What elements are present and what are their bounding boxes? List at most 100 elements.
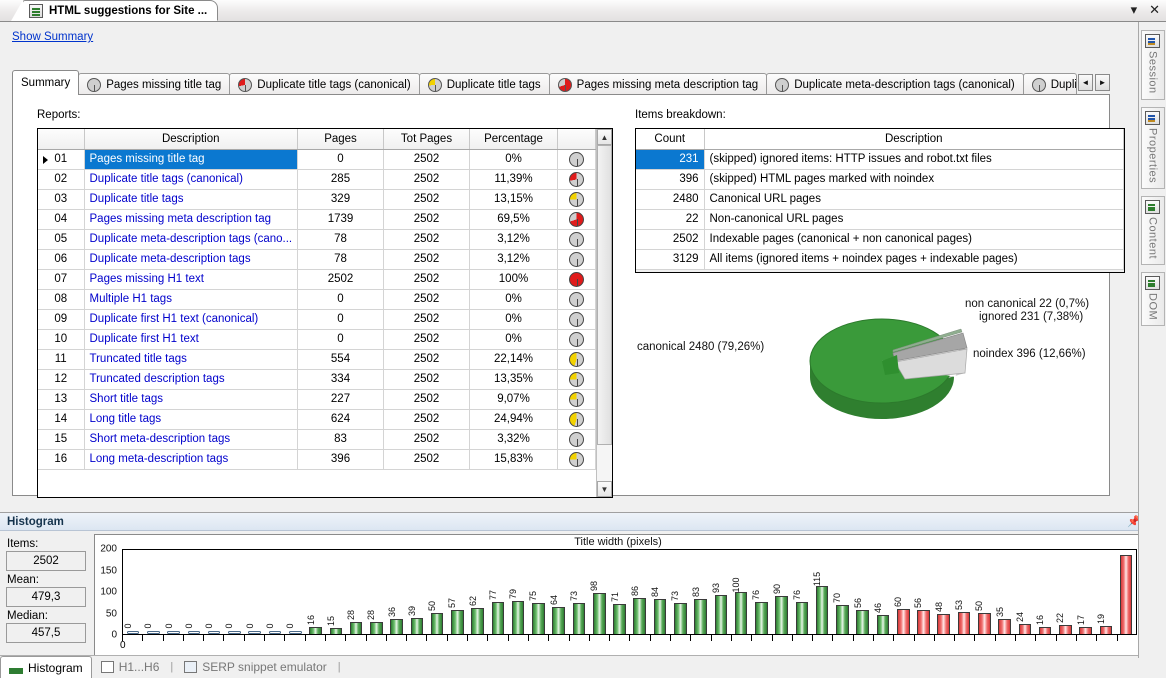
table-row[interactable]: 22Non-canonical URL pages	[636, 209, 1124, 229]
table-row[interactable]: 06Duplicate meta-description tags7825023…	[38, 249, 596, 269]
histogram-bar[interactable]: 93	[711, 550, 731, 634]
scroll-down-icon[interactable]: ▼	[597, 481, 612, 497]
histogram-bar[interactable]: 17	[1075, 550, 1095, 634]
table-row[interactable]: 16Long meta-description tags396250215,83…	[38, 449, 596, 469]
row-description[interactable]: Multiple H1 tags	[84, 289, 298, 309]
row-description[interactable]: Duplicate first H1 text (canonical)	[84, 309, 298, 329]
histogram-bar[interactable]: 90	[772, 550, 792, 634]
table-row[interactable]: 396(skipped) HTML pages marked with noin…	[636, 169, 1124, 189]
row-description[interactable]: Duplicate title tags	[84, 189, 298, 209]
tab-duplicate-title-tags-canonical[interactable]: Duplicate title tags (canonical)	[229, 73, 419, 95]
histogram-bar[interactable]	[1116, 550, 1136, 634]
tab-pages-missing-meta-description-tag[interactable]: Pages missing meta description tag	[549, 73, 768, 95]
histogram-bar[interactable]: 16	[305, 550, 325, 634]
table-row[interactable]: 2502Indexable pages (canonical + non can…	[636, 229, 1124, 249]
col-tot-pages[interactable]: Tot Pages	[384, 129, 470, 149]
histogram-bar[interactable]: 53	[954, 550, 974, 634]
histogram-bar[interactable]: 50	[427, 550, 447, 634]
histogram-bar[interactable]: 0	[224, 550, 244, 634]
side-tab-content[interactable]: Content	[1141, 196, 1165, 265]
histogram-bar[interactable]: 24	[1015, 550, 1035, 634]
col-chart[interactable]	[558, 129, 596, 149]
histogram-bar[interactable]: 73	[670, 550, 690, 634]
table-row[interactable]: 04Pages missing meta description tag1739…	[38, 209, 596, 229]
row-description[interactable]: Pages missing H1 text	[84, 269, 298, 289]
table-row[interactable]: 08Multiple H1 tags025020%	[38, 289, 596, 309]
histogram-bar[interactable]: 48	[934, 550, 954, 634]
histogram-bar[interactable]: 0	[143, 550, 163, 634]
table-row[interactable]: 15Short meta-description tags8325023,32%	[38, 429, 596, 449]
table-row[interactable]: 02Duplicate title tags (canonical)285250…	[38, 169, 596, 189]
col-description[interactable]: Description	[84, 129, 298, 149]
chevron-down-icon[interactable]: ▾	[1131, 2, 1138, 18]
close-icon[interactable]: ✕	[1149, 2, 1160, 18]
row-description[interactable]: Duplicate title tags (canonical)	[84, 169, 298, 189]
bottom-tab-h1h6[interactable]: H1...H6	[92, 656, 169, 678]
histogram-bar[interactable]: 0	[164, 550, 184, 634]
table-row[interactable]: 09Duplicate first H1 text (canonical)025…	[38, 309, 596, 329]
table-row[interactable]: 03Duplicate title tags329250213,15%	[38, 189, 596, 209]
histogram-bar[interactable]: 77	[488, 550, 508, 634]
histogram-bar[interactable]: 84	[650, 550, 670, 634]
col-description[interactable]: Description	[704, 129, 1124, 149]
histogram-bar[interactable]: 86	[630, 550, 650, 634]
histogram-bar[interactable]: 115	[812, 550, 832, 634]
row-description[interactable]: Long meta-description tags	[84, 449, 298, 469]
histogram-bar[interactable]: 70	[832, 550, 852, 634]
histogram-bar[interactable]: 50	[974, 550, 994, 634]
histogram-bar[interactable]: 0	[123, 550, 143, 634]
table-row[interactable]: 2480Canonical URL pages	[636, 189, 1124, 209]
histogram-bar[interactable]: 76	[792, 550, 812, 634]
histogram-bar[interactable]: 0	[285, 550, 305, 634]
row-description[interactable]: Duplicate meta-description tags	[84, 249, 298, 269]
histogram-bar[interactable]: 0	[204, 550, 224, 634]
table-row[interactable]: 07Pages missing H1 text25022502100%	[38, 269, 596, 289]
pin-icon[interactable]: 📌	[1127, 516, 1138, 528]
histogram-bar[interactable]: 28	[346, 550, 366, 634]
table-row[interactable]: 01Pages missing title tag025020%	[38, 149, 596, 169]
histogram-bar[interactable]: 75	[528, 550, 548, 634]
table-row[interactable]: 11Truncated title tags554250222,14%	[38, 349, 596, 369]
table-row[interactable]: 05Duplicate meta-description tags (cano.…	[38, 229, 596, 249]
histogram-bar[interactable]: 73	[569, 550, 589, 634]
histogram-bar[interactable]: 57	[447, 550, 467, 634]
bottom-tab-serp-snippet-emulator[interactable]: SERP snippet emulator	[175, 656, 336, 678]
histogram-bar[interactable]: 36	[386, 550, 406, 634]
col-pages[interactable]: Pages	[298, 129, 384, 149]
histogram-bar[interactable]: 19	[1096, 550, 1116, 634]
row-description[interactable]: Truncated description tags	[84, 369, 298, 389]
scroll-up-icon[interactable]: ▲	[597, 129, 612, 145]
side-tab-properties[interactable]: Properties	[1141, 107, 1165, 189]
tab-summary[interactable]: Summary	[12, 70, 79, 95]
row-description[interactable]: Truncated title tags	[84, 349, 298, 369]
table-row[interactable]: 3129All items (ignored items + noindex p…	[636, 249, 1124, 269]
col-count[interactable]: Count	[636, 129, 704, 149]
table-row[interactable]: 10Duplicate first H1 text025020%	[38, 329, 596, 349]
tab-duplicate-meta-description-tags[interactable]: Duplicate meta-descripti	[1023, 73, 1077, 95]
col-index[interactable]	[38, 129, 84, 149]
document-tab[interactable]: HTML suggestions for Site ...	[22, 0, 218, 21]
row-description[interactable]: Duplicate first H1 text	[84, 329, 298, 349]
side-tab-session[interactable]: Session	[1141, 30, 1165, 100]
side-tab-dom[interactable]: DOM	[1141, 272, 1165, 326]
histogram-bar[interactable]: 16	[1035, 550, 1055, 634]
table-row[interactable]: 13Short title tags22725029,07%	[38, 389, 596, 409]
histogram-bar[interactable]: 71	[609, 550, 629, 634]
histogram-bar[interactable]: 22	[1055, 550, 1075, 634]
row-description[interactable]: Long title tags	[84, 409, 298, 429]
table-row[interactable]: 14Long title tags624250224,94%	[38, 409, 596, 429]
histogram-bar[interactable]: 0	[184, 550, 204, 634]
reports-scrollbar[interactable]: ▲ ▼	[596, 129, 612, 497]
row-description[interactable]: Pages missing title tag	[84, 149, 298, 169]
histogram-bar[interactable]: 56	[913, 550, 933, 634]
row-description[interactable]: Short meta-description tags	[84, 429, 298, 449]
tab-duplicate-meta-description-tags-canonical[interactable]: Duplicate meta-description tags (canonic…	[766, 73, 1024, 95]
show-summary-link[interactable]: Show Summary	[12, 31, 93, 43]
histogram-bar[interactable]: 46	[873, 550, 893, 634]
histogram-bar[interactable]: 64	[549, 550, 569, 634]
scrollbar-thumb[interactable]	[597, 145, 612, 445]
histogram-bar[interactable]: 60	[893, 550, 913, 634]
histogram-bar[interactable]: 15	[326, 550, 346, 634]
histogram-bar[interactable]: 35	[994, 550, 1014, 634]
row-description[interactable]: Pages missing meta description tag	[84, 209, 298, 229]
